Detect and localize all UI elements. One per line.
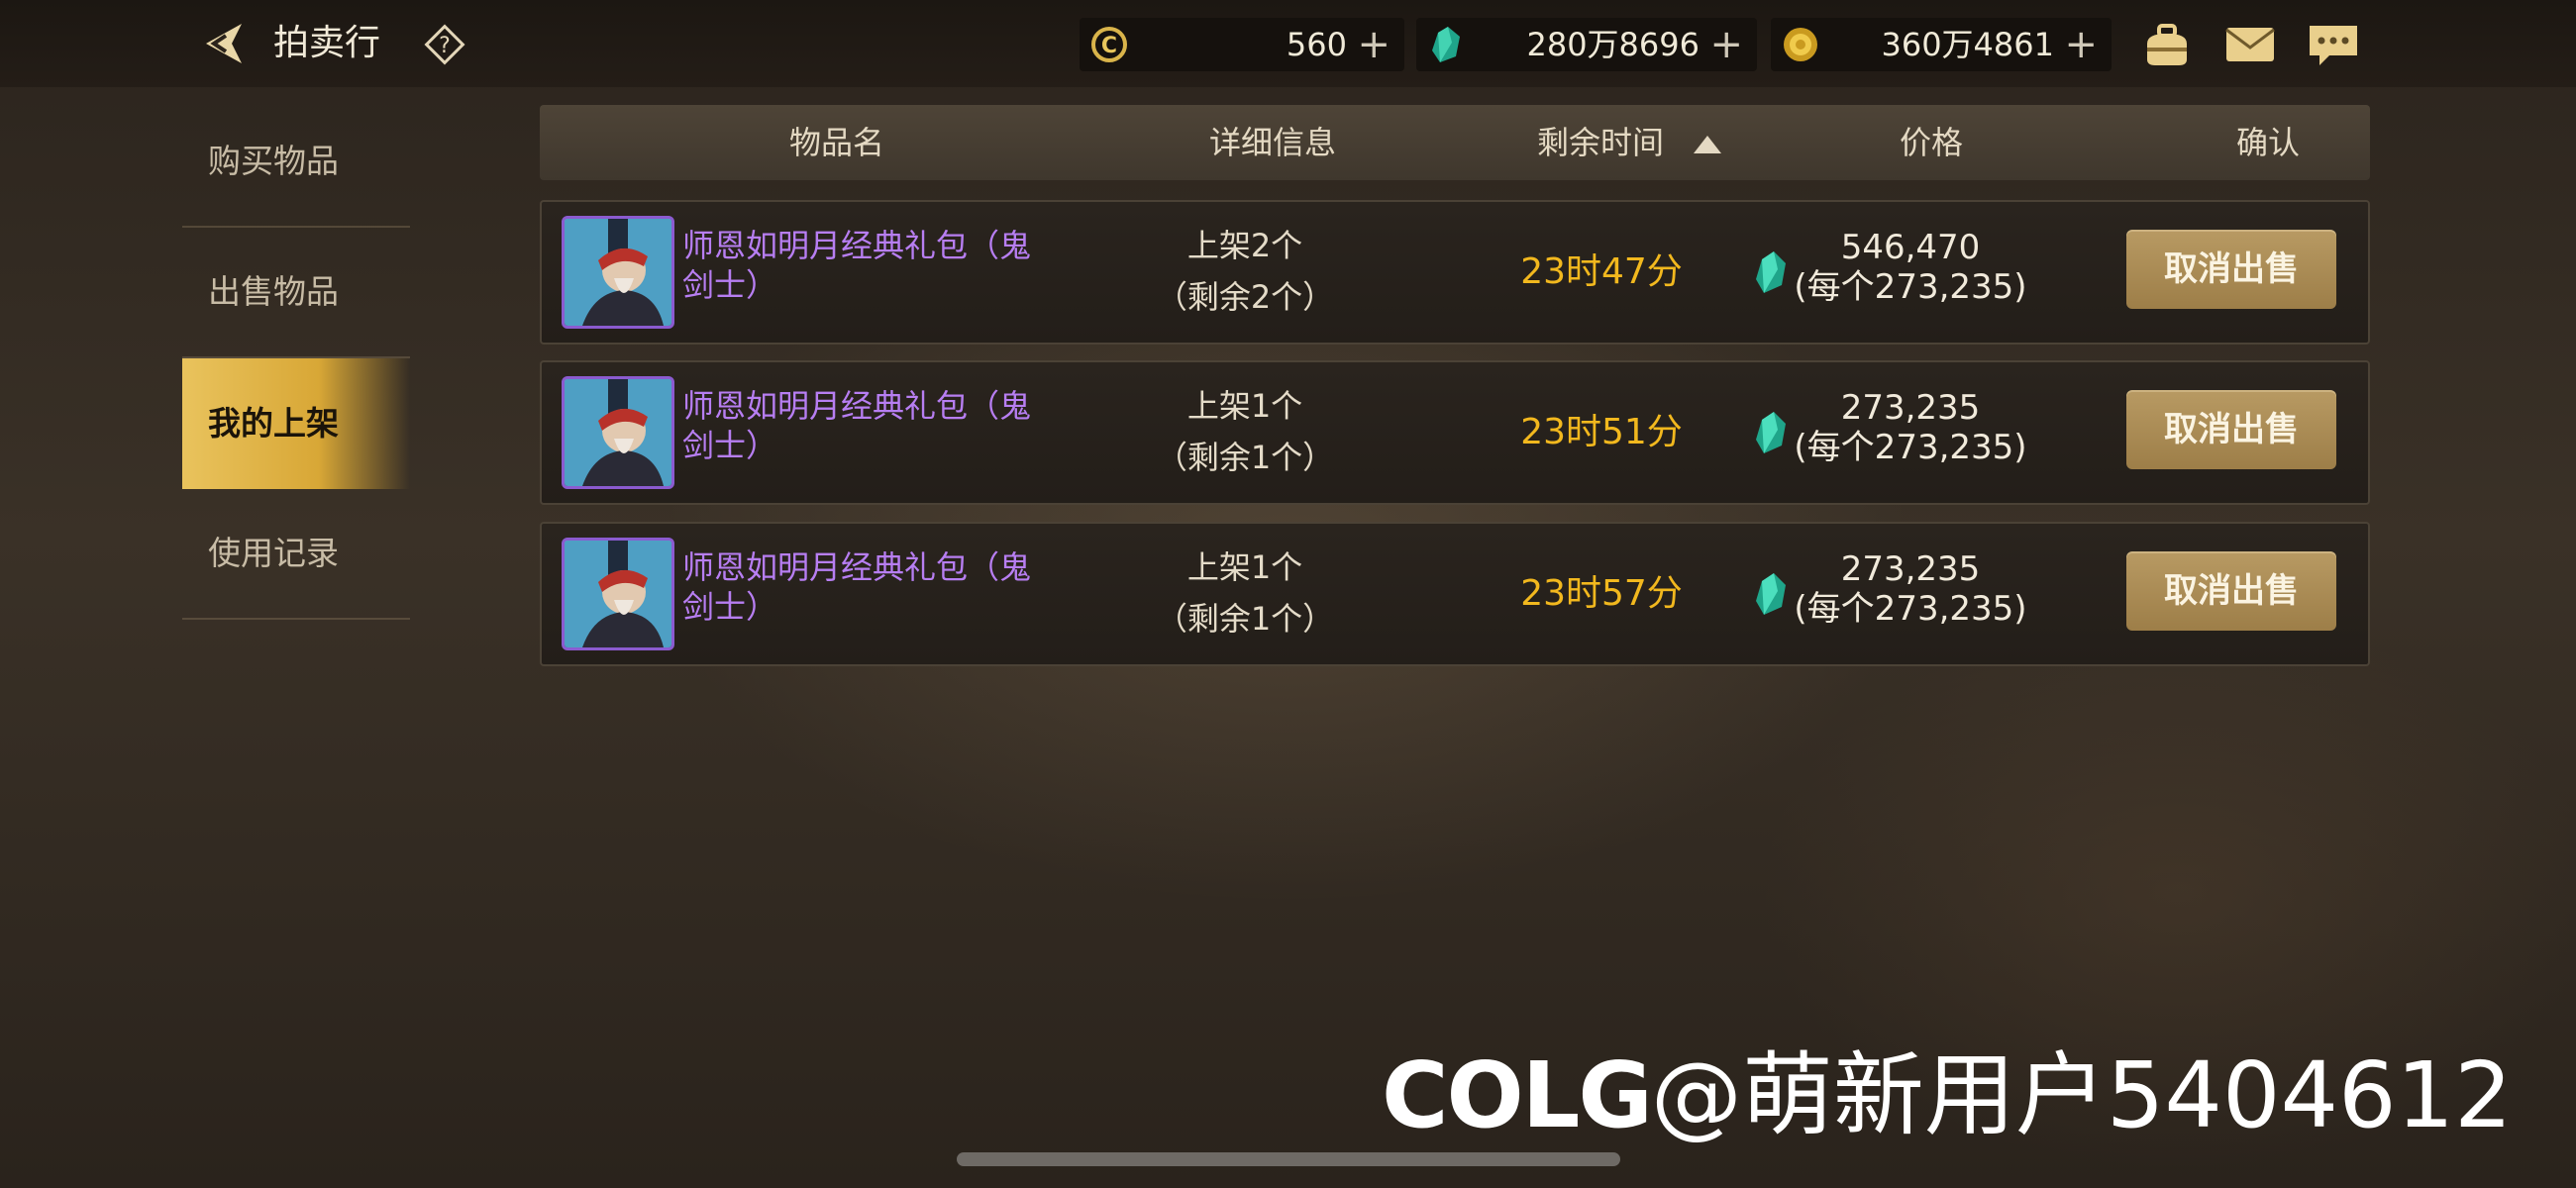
currency-gem: 280万8696 +	[1416, 18, 1757, 71]
currency-c-coin: C 560 +	[1080, 18, 1404, 71]
sidebar-item-label: 购买物品	[208, 142, 339, 180]
item-name[interactable]: 师恩如明月经典礼包（鬼剑士）	[682, 547, 1059, 627]
listed-count: 上架1个	[1186, 548, 1303, 586]
sidebar-item-label: 我的上架	[208, 404, 339, 443]
character-portrait-icon	[565, 219, 671, 326]
sidebar-item-sell[interactable]: 出售物品	[182, 228, 410, 358]
column-header-detail: 详细信息	[1208, 124, 1336, 161]
c-coin-icon: C	[1091, 27, 1127, 62]
remaining-count: （剩余1个）	[1155, 600, 1335, 638]
column-header-confirm: 确认	[2235, 124, 2300, 161]
item-thumbnail[interactable]	[562, 216, 674, 329]
top-bar: 拍卖行 ? C 560 + 280万8696 + 360万4861 +	[0, 0, 2576, 87]
sidebar-item-usage-log[interactable]: 使用记录	[182, 489, 410, 620]
currency-gold-coin: 360万4861 +	[1771, 18, 2112, 71]
sidebar-item-buy[interactable]: 购买物品	[182, 97, 410, 228]
currency-value: 280万8696	[1526, 26, 1700, 63]
unit-price: (每个273,235)	[1794, 428, 2027, 467]
sidebar-item-label: 使用记录	[208, 534, 339, 572]
item-detail: 上架2个 （剩余2个）	[1116, 220, 1374, 323]
gem-icon	[1432, 27, 1460, 62]
gem-icon	[1756, 573, 1786, 615]
currency-value: 560	[1286, 26, 1347, 63]
watermark-user: @萌新用户5404612	[1650, 1042, 2513, 1148]
currency-value: 360万4861	[1881, 26, 2054, 63]
gold-coin-icon	[1784, 28, 1817, 61]
svg-text:?: ?	[439, 34, 451, 58]
remaining-count: （剩余1个）	[1155, 439, 1335, 476]
page-title: 拍卖行	[273, 23, 381, 63]
add-currency-button[interactable]: +	[2064, 18, 2098, 71]
remaining-time: 23时57分	[1520, 573, 1683, 614]
add-currency-button[interactable]: +	[1357, 18, 1391, 71]
column-header-item-name: 物品名	[788, 124, 884, 161]
price: 546,470 (每个273,235)	[1792, 228, 2029, 307]
cancel-sale-button[interactable]: 取消出售	[2126, 390, 2336, 469]
price: 273,235 (每个273,235)	[1792, 549, 2029, 629]
item-detail: 上架1个 （剩余1个）	[1116, 380, 1374, 483]
sidebar: 购买物品 出售物品 我的上架 使用记录	[182, 97, 410, 620]
listed-count: 上架1个	[1186, 387, 1303, 425]
bag-icon[interactable]	[2139, 20, 2195, 69]
sort-ascending-icon	[1694, 136, 1721, 153]
help-icon[interactable]: ?	[424, 24, 465, 65]
svg-text:C: C	[1101, 34, 1117, 58]
price: 273,235 (每个273,235)	[1792, 388, 2029, 467]
unit-price: (每个273,235)	[1794, 267, 2027, 307]
table-row: 师恩如明月经典礼包（鬼剑士） 上架2个 （剩余2个） 23时47分 546,47…	[540, 200, 2370, 345]
total-price: 273,235	[1840, 388, 1981, 428]
watermark-logo: COLG	[1382, 1042, 1653, 1148]
home-indicator[interactable]	[957, 1152, 1620, 1166]
remaining-count: （剩余2个）	[1155, 278, 1335, 316]
column-header-price: 价格	[1899, 124, 1963, 161]
gem-icon	[1756, 412, 1786, 453]
unit-price: (每个273,235)	[1794, 589, 2027, 629]
remaining-time: 23时51分	[1520, 412, 1683, 452]
item-thumbnail[interactable]	[562, 376, 674, 489]
item-thumbnail[interactable]	[562, 538, 674, 650]
back-arrow-icon[interactable]	[196, 18, 252, 69]
listed-count: 上架2个	[1186, 227, 1303, 264]
cancel-sale-button[interactable]: 取消出售	[2126, 551, 2336, 631]
character-portrait-icon	[565, 379, 671, 486]
item-name[interactable]: 师恩如明月经典礼包（鬼剑士）	[682, 386, 1059, 465]
add-currency-button[interactable]: +	[1709, 18, 1743, 71]
table-header: 物品名 详细信息 剩余时间 价格 确认	[540, 105, 2370, 180]
item-name[interactable]: 师恩如明月经典礼包（鬼剑士）	[682, 226, 1059, 305]
sidebar-item-label: 出售物品	[208, 272, 339, 311]
item-detail: 上架1个 （剩余1个）	[1116, 542, 1374, 644]
total-price: 546,470	[1840, 228, 1981, 267]
cancel-sale-button[interactable]: 取消出售	[2126, 230, 2336, 309]
watermark: COLG@萌新用户5404612	[1382, 1041, 2513, 1150]
table-row: 师恩如明月经典礼包（鬼剑士） 上架1个 （剩余1个） 23时57分 273,23…	[540, 522, 2370, 666]
chat-icon[interactable]	[2306, 20, 2361, 69]
character-portrait-icon	[565, 541, 671, 647]
column-header-label: 剩余时间	[1536, 124, 1664, 161]
mail-icon[interactable]	[2222, 20, 2278, 69]
remaining-time: 23时47分	[1520, 251, 1683, 292]
gem-icon	[1756, 251, 1786, 293]
sidebar-item-my-listings[interactable]: 我的上架	[182, 358, 410, 489]
table-row: 师恩如明月经典礼包（鬼剑士） 上架1个 （剩余1个） 23时51分 273,23…	[540, 360, 2370, 505]
total-price: 273,235	[1840, 549, 1981, 589]
column-header-remaining-time[interactable]: 剩余时间	[1431, 105, 1827, 180]
